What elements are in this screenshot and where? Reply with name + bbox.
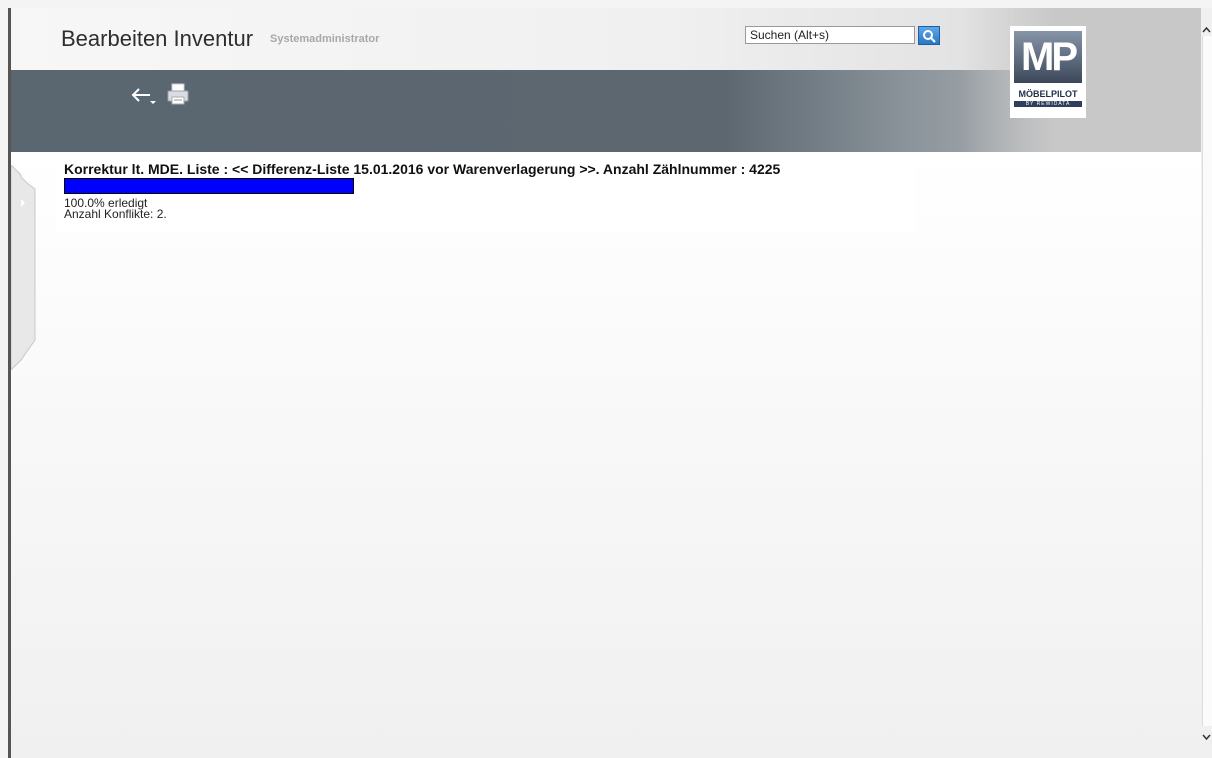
progress-bar-fill <box>65 179 353 193</box>
search-icon <box>923 29 936 43</box>
scroll-down-button[interactable] <box>1201 730 1212 744</box>
logo-mark: MP <box>1014 31 1082 83</box>
panel-title: Korrektur lt. MDE. Liste : << Differenz-… <box>64 161 781 177</box>
printer-icon <box>167 83 189 105</box>
sidebar-toggle[interactable] <box>10 163 37 372</box>
scroll-up-button[interactable] <box>1201 22 1212 36</box>
print-button[interactable] <box>166 82 190 106</box>
scrollbar-thumb[interactable] <box>1202 36 1212 726</box>
user-name: Systemadministrator <box>270 33 380 45</box>
content-area <box>11 152 1201 758</box>
search-button[interactable] <box>918 26 940 45</box>
logo-name: MÖBELPILOT <box>1018 89 1078 99</box>
chevron-down-icon <box>1202 734 1211 740</box>
conflicts-label: Anzahl Konflikte: 2. <box>64 207 167 221</box>
back-arrow-icon <box>131 88 156 104</box>
back-button[interactable] <box>130 84 160 106</box>
progress-bar <box>64 178 354 194</box>
search-input[interactable] <box>745 26 915 44</box>
inventory-correction-panel: Korrektur lt. MDE. Liste : << Differenz-… <box>56 152 915 231</box>
company-logo: MP MÖBELPILOT BY REWIDATA <box>1010 26 1086 118</box>
logo-subtitle: BY REWIDATA <box>1014 101 1082 107</box>
page-title: Bearbeiten Inventur <box>61 26 254 51</box>
chevron-up-icon <box>1202 26 1211 32</box>
